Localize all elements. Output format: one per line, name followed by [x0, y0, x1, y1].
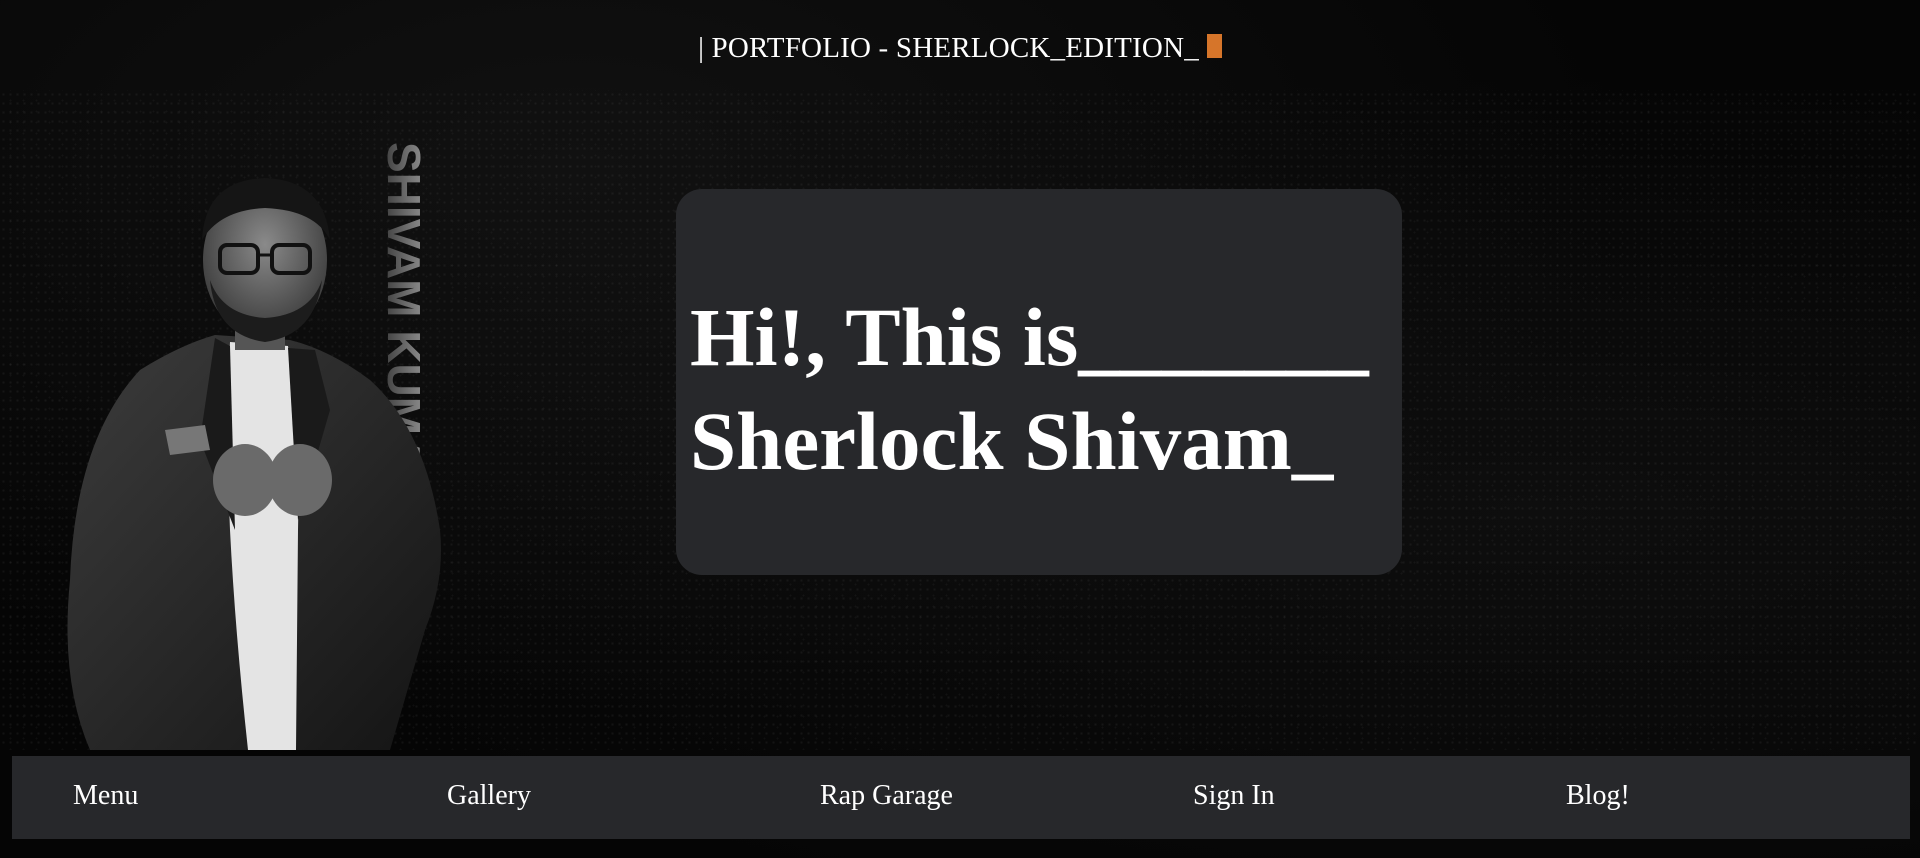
hero-line-greeting: Hi!, This is_______ [690, 291, 1369, 383]
site-title-text: | PORTFOLIO - SHERLOCK_EDITION_ [698, 32, 1199, 64]
typing-cursor-icon [1206, 34, 1222, 58]
nav-menu[interactable]: Menu [73, 780, 138, 812]
page: | PORTFOLIO - SHERLOCK_EDITION_ SHIVAM K… [0, 0, 1920, 858]
site-title: | PORTFOLIO - SHERLOCK_EDITION_ [0, 32, 1920, 65]
hero-line-name: Sherlock Shivam_ [690, 395, 1334, 487]
nav-rap-garage[interactable]: Rap Garage [820, 780, 953, 812]
hero-card: Hi!, This is_______ Sherlock Shivam_ [676, 189, 1402, 575]
nav-blog[interactable]: Blog! [1566, 780, 1630, 812]
nav-gallery[interactable]: Gallery [447, 780, 531, 812]
nav-sign-in[interactable]: Sign In [1193, 780, 1275, 812]
portrait-image: SHIVAM KUMA [67, 142, 441, 750]
bottom-nav: Menu Gallery Rap Garage Sign In Blog! [12, 756, 1910, 839]
hero-heading: Hi!, This is_______ Sherlock Shivam_ [690, 285, 1369, 493]
